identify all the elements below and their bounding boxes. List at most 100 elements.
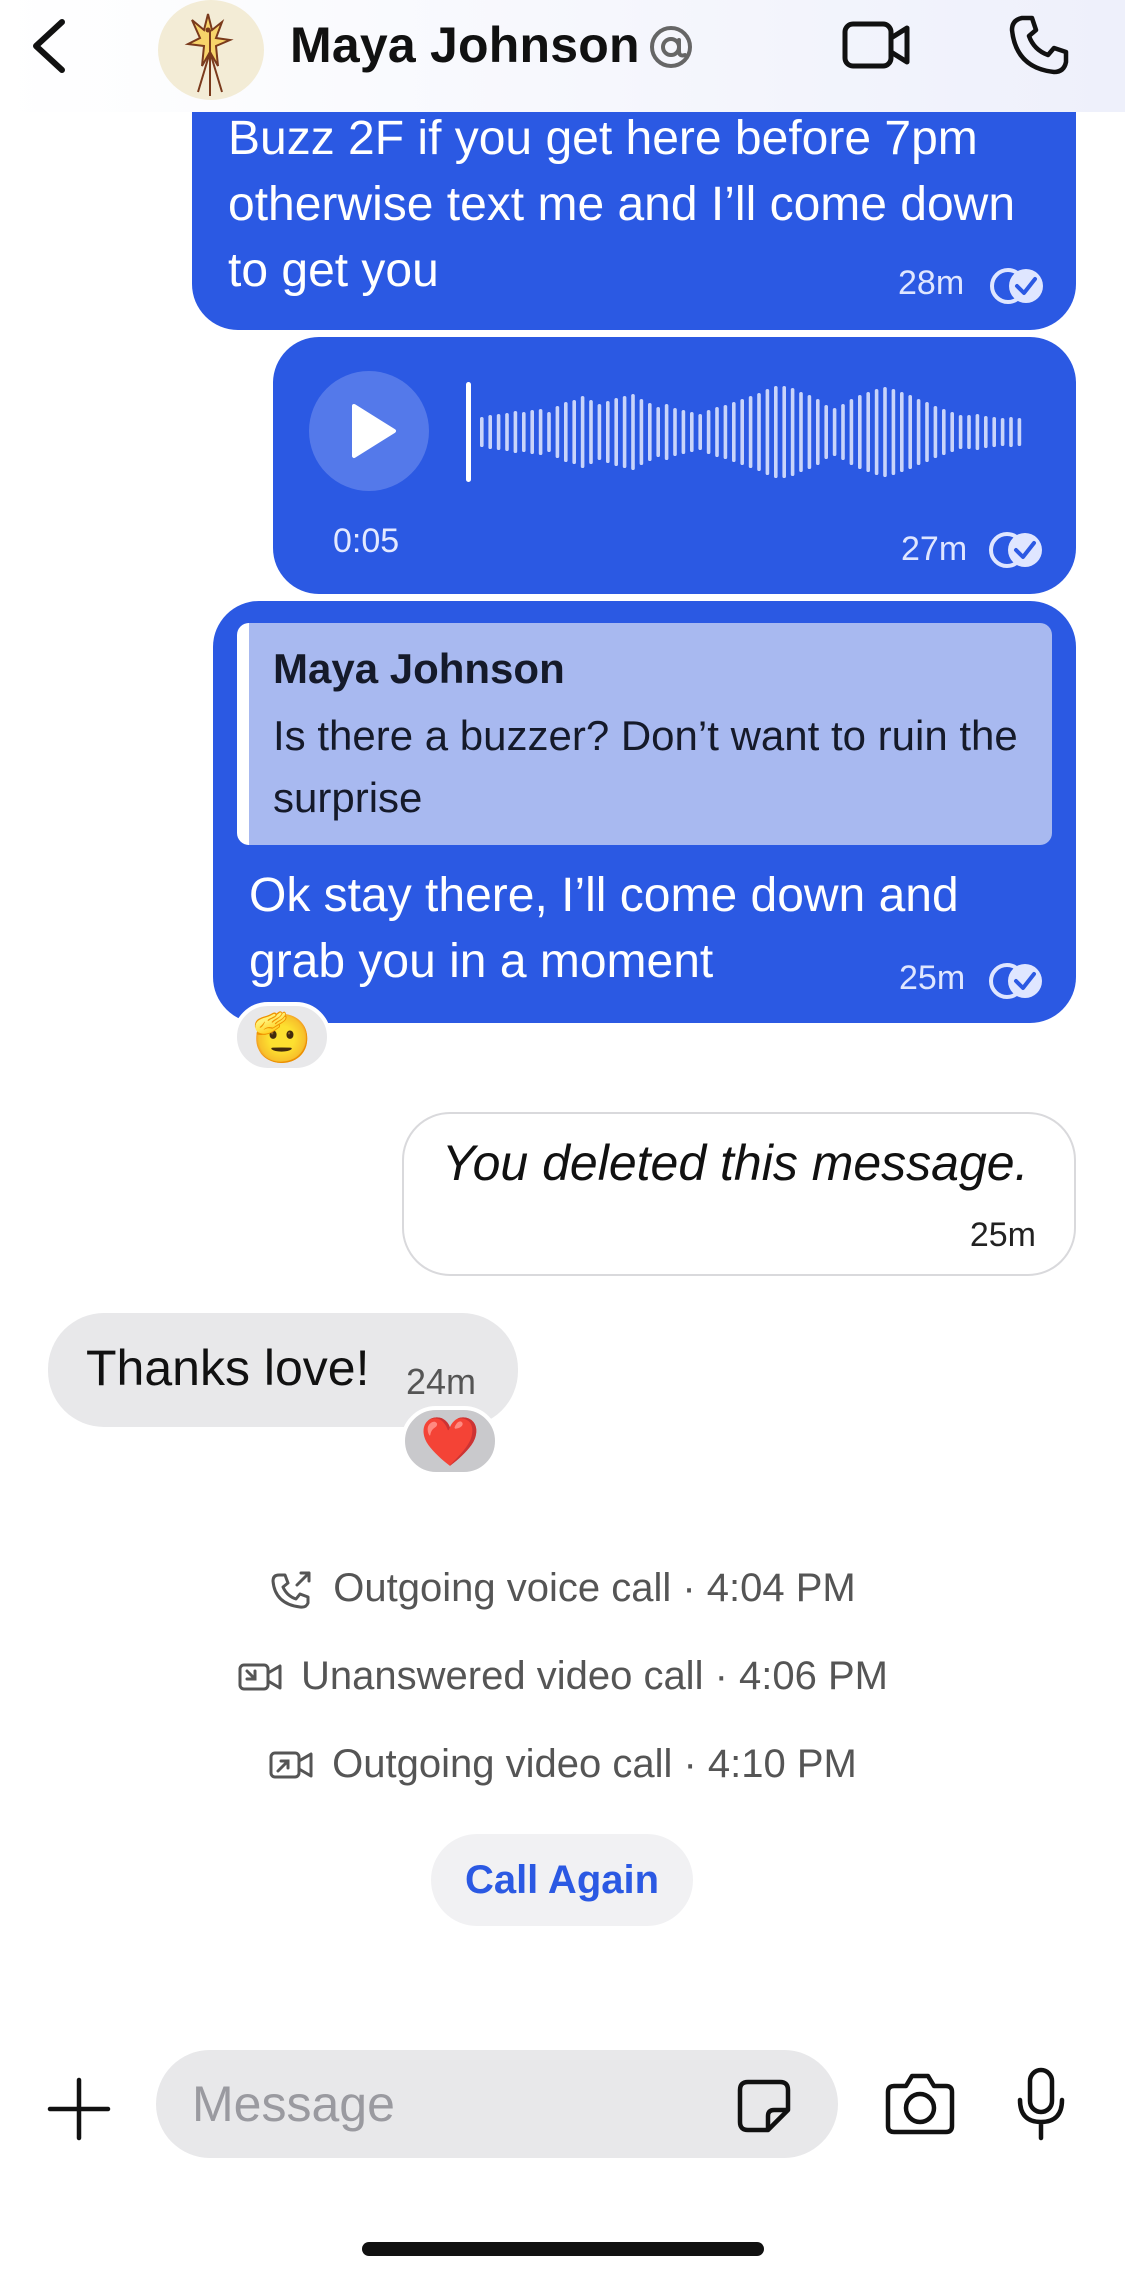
- chat-header: Maya Johnson: [0, 0, 1125, 112]
- play-button[interactable]: [309, 371, 429, 491]
- microphone-button[interactable]: [1016, 2066, 1066, 2142]
- waveform-bar: [807, 395, 812, 469]
- waveform-bar: [933, 406, 938, 458]
- voice-message-bubble[interactable]: 0:05 27m: [273, 337, 1076, 594]
- waveform-bar: [942, 409, 946, 455]
- waveform-bar: [1017, 418, 1022, 446]
- camera-icon: [885, 2073, 955, 2135]
- bird-drawing-icon: [184, 13, 234, 96]
- deleted-message-bubble[interactable]: You deleted this message. 25m: [402, 1112, 1076, 1276]
- waveform-bar: [874, 389, 879, 475]
- outgoing-reply-bubble[interactable]: Maya Johnson Is there a buzzer? Don’t wa…: [213, 601, 1076, 1023]
- waveform-bar: [790, 388, 795, 476]
- waveform-bar: [664, 404, 669, 460]
- playhead: [466, 382, 471, 482]
- waveform-bar: [782, 386, 786, 478]
- waveform-bar: [799, 392, 803, 472]
- message-time: 27m: [901, 530, 968, 568]
- sticker-button[interactable]: [734, 2076, 794, 2136]
- video-missed-icon: [238, 1663, 282, 1690]
- waveform-bar: [858, 395, 862, 469]
- waveform-bar: [496, 414, 501, 450]
- waveform-bar: [681, 410, 686, 454]
- call-log-text: Outgoing video call · 4:10 PM: [332, 1742, 857, 1786]
- waveform-bar: [841, 404, 845, 460]
- waveform-bar: [757, 393, 761, 471]
- camera-button[interactable]: [884, 2070, 956, 2136]
- play-icon: [352, 404, 396, 458]
- waveform-bar: [984, 416, 988, 448]
- message-time: 25m: [969, 1216, 1036, 1254]
- at-sign-icon: [648, 24, 694, 70]
- waveform-bar: [673, 408, 677, 456]
- quoted-text: Is there a buzzer? Don’t want to ruin th…: [273, 712, 1018, 821]
- waveform-bar: [530, 410, 534, 454]
- message-input[interactable]: [192, 2072, 712, 2136]
- waveform-bar: [916, 399, 921, 465]
- call-log-entry[interactable]: Unanswered video call · 4:06 PM: [0, 1654, 1125, 1699]
- waveform-bar: [849, 399, 854, 465]
- chevron-left-icon: [33, 19, 65, 73]
- read-receipt-icon: [989, 532, 1042, 568]
- waveform-bar: [824, 405, 828, 459]
- waveform-bar: [698, 414, 702, 450]
- waveform-bar: [950, 412, 954, 452]
- message-text: Thanks love!: [86, 1340, 370, 1396]
- waveform-bar: [715, 407, 719, 457]
- reaction-badge[interactable]: 🫡: [233, 1002, 331, 1072]
- waveform-bar: [555, 406, 560, 458]
- waveform-bar: [723, 405, 728, 459]
- call-again-button[interactable]: Call Again: [431, 1834, 693, 1926]
- waveform-bar: [505, 413, 509, 451]
- contact-name[interactable]: Maya Johnson: [290, 16, 640, 74]
- call-log-entry[interactable]: Outgoing voice call · 4:04 PM: [0, 1566, 1125, 1611]
- message-composer[interactable]: [156, 2050, 838, 2158]
- waveform-bar: [765, 389, 770, 475]
- waveform-bar: [547, 412, 551, 452]
- waveform-bar: [706, 410, 711, 454]
- voice-call-button[interactable]: [1006, 12, 1072, 78]
- video-call-button[interactable]: [840, 14, 912, 76]
- read-receipt-icon: [990, 268, 1043, 304]
- waveform-bar: [900, 392, 904, 472]
- call-log-entry[interactable]: Outgoing video call · 4:10 PM: [0, 1742, 1125, 1787]
- message-time: 28m: [898, 264, 965, 302]
- waveform-bar: [538, 409, 543, 455]
- microphone-icon: [1017, 2067, 1065, 2141]
- waveform-bar: [1000, 418, 1005, 446]
- waveform-bar: [648, 403, 652, 461]
- waveform-bar: [832, 408, 837, 456]
- audio-waveform[interactable]: [466, 377, 1026, 487]
- video-camera-icon: [842, 21, 910, 69]
- message-time: 24m: [406, 1361, 477, 1402]
- quoted-message[interactable]: Maya Johnson Is there a buzzer? Don’t wa…: [237, 623, 1052, 845]
- message-time: 25m: [899, 959, 966, 997]
- waveform-bar: [774, 386, 778, 478]
- waveform-bar: [589, 400, 593, 464]
- waveform-bar: [488, 415, 492, 449]
- back-button[interactable]: [22, 14, 82, 78]
- waveform-bar: [732, 402, 736, 462]
- sticker-icon: [737, 2079, 791, 2133]
- video-outgoing-icon: [269, 1751, 313, 1778]
- waveform-bar: [975, 414, 980, 450]
- avatar[interactable]: [158, 0, 264, 100]
- voice-duration: 0:05: [333, 522, 400, 560]
- reaction-badge[interactable]: ❤️: [401, 1406, 499, 1476]
- waveform-bar: [992, 417, 996, 447]
- waveform-bar: [606, 401, 610, 463]
- quoted-sender-name: Maya Johnson: [273, 645, 565, 692]
- waveform-bar: [740, 399, 744, 465]
- call-log-text: Unanswered video call · 4:06 PM: [301, 1654, 888, 1698]
- waveform-bar: [816, 399, 820, 465]
- waveform-bar: [883, 387, 887, 477]
- waveform-bar: [580, 396, 585, 468]
- waveform-bar: [572, 400, 576, 464]
- phone-icon: [1009, 15, 1069, 75]
- waveform-bar: [908, 395, 912, 469]
- add-attachment-button[interactable]: [44, 2074, 114, 2144]
- waveform-bar: [866, 392, 870, 472]
- deleted-message-text: You deleted this message.: [442, 1135, 1029, 1191]
- waveform-bar: [480, 417, 484, 447]
- waveform-bar: [513, 411, 518, 453]
